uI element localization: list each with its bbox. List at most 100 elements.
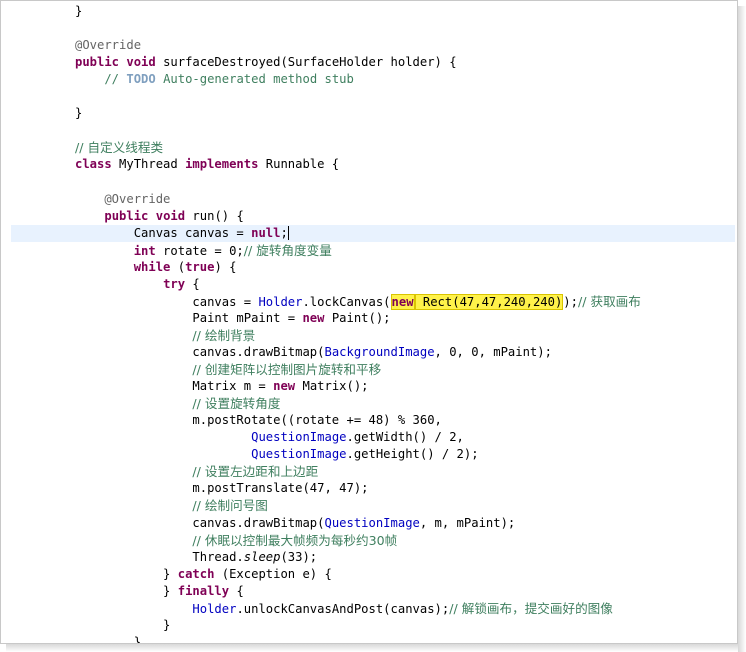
code-line[interactable]: } catch (Exception e) { bbox=[11, 566, 332, 583]
code-token: ; bbox=[280, 225, 288, 240]
code-token: // 绘制背景 bbox=[192, 327, 256, 343]
code-line[interactable]: try { bbox=[11, 276, 200, 293]
code-line-content: } catch (Exception e) { bbox=[11, 567, 332, 581]
code-line[interactable]: int rotate = 0;// 旋转角度变量 bbox=[11, 242, 332, 259]
code-token: ( bbox=[170, 259, 186, 274]
code-editor[interactable]: } @Override public void surfaceDestroyed(S… bbox=[0, 0, 738, 644]
code-token: } bbox=[75, 106, 83, 121]
code-token: canvas = bbox=[75, 294, 259, 309]
code-token: } bbox=[75, 634, 142, 644]
code-line[interactable]: } bbox=[11, 3, 82, 20]
code-line[interactable]: Canvas canvas = null; bbox=[11, 224, 735, 242]
code-line[interactable]: QuestionImage.getWidth() / 2, bbox=[11, 429, 464, 446]
code-line[interactable]: canvas.drawBitmap(BackgroundImage, 0, 0,… bbox=[11, 344, 552, 361]
code-line-content: while (true) { bbox=[11, 259, 237, 274]
code-line-content: QuestionImage.getWidth() / 2, bbox=[11, 430, 464, 444]
code-token: void bbox=[155, 208, 186, 223]
code-token: class bbox=[75, 157, 112, 172]
code-line[interactable]: } bbox=[11, 617, 170, 634]
code-line[interactable]: Thread.sleep(33); bbox=[11, 549, 317, 566]
code-line[interactable]: } bbox=[11, 105, 82, 122]
code-line[interactable]: // 绘制问号图 bbox=[11, 497, 267, 514]
code-token: m.postRotate((rotate += 48) % 360, bbox=[75, 413, 442, 428]
code-line-content: int rotate = 0;// 旋转角度变量 bbox=[11, 243, 332, 258]
code-line-content bbox=[11, 123, 75, 137]
code-line[interactable] bbox=[11, 20, 75, 37]
code-line-content: Matrix m = new Matrix(); bbox=[11, 379, 368, 394]
code-line[interactable]: } bbox=[11, 634, 142, 644]
code-line[interactable] bbox=[11, 122, 75, 139]
code-token: canvas.drawBitmap( bbox=[75, 345, 325, 359]
code-line[interactable]: // TODO Auto-generated method stub bbox=[11, 71, 354, 88]
code-token: public bbox=[104, 208, 149, 223]
code-token: Paint mPaint = bbox=[75, 310, 303, 325]
code-token: // bbox=[75, 72, 127, 87]
code-token: implements bbox=[185, 157, 259, 172]
code-token: { bbox=[229, 583, 244, 598]
code-line-content: } bbox=[11, 618, 170, 632]
code-line[interactable]: Paint mPaint = new Paint(); bbox=[11, 310, 391, 327]
code-token: QuestionImage bbox=[251, 430, 347, 445]
code-line-content: try { bbox=[11, 277, 200, 291]
code-token: try bbox=[163, 276, 186, 291]
code-token: } bbox=[75, 4, 83, 18]
code-line[interactable]: @Override bbox=[11, 37, 141, 54]
code-line[interactable]: // 设置左边距和上边距 bbox=[11, 463, 318, 480]
code-token: Canvas canvas = bbox=[75, 225, 252, 240]
code-line-content: class MyThread implements Runnable { bbox=[11, 157, 339, 171]
code-line[interactable]: // 自定义线程类 bbox=[11, 139, 163, 156]
code-line[interactable]: class MyThread implements Runnable { bbox=[11, 156, 339, 173]
code-line[interactable]: } finally { bbox=[11, 583, 244, 600]
code-line[interactable]: Matrix m = new Matrix(); bbox=[11, 378, 368, 395]
code-token: } bbox=[75, 566, 178, 581]
code-token: // 自定义线程类 bbox=[75, 140, 164, 156]
code-line[interactable] bbox=[11, 174, 75, 191]
code-token: BackgroundImage bbox=[324, 345, 435, 359]
code-token: // 设置左边距和上边距 bbox=[192, 464, 319, 480]
code-token: Holder bbox=[192, 601, 237, 616]
code-line[interactable]: // 设置旋转角度 bbox=[11, 395, 280, 412]
code-token: true bbox=[185, 259, 215, 274]
code-line[interactable]: // 绘制背景 bbox=[11, 327, 255, 344]
code-token: public bbox=[75, 55, 120, 70]
code-line[interactable]: canvas.drawBitmap(QuestionImage, m, mPai… bbox=[11, 515, 515, 532]
code-line-content: // 绘制背景 bbox=[11, 327, 256, 343]
code-token: } bbox=[75, 583, 178, 598]
code-token: (Exception e) { bbox=[214, 566, 332, 581]
code-token: , 0, 0, mPaint); bbox=[434, 345, 552, 359]
code-token: Thread. bbox=[75, 549, 244, 564]
code-line-content: // 设置左边距和上边距 bbox=[11, 464, 319, 480]
code-line[interactable]: // 创建矩阵以控制图片旋转和平移 bbox=[11, 361, 381, 378]
code-line[interactable]: public void surfaceDestroyed(SurfaceHold… bbox=[11, 54, 457, 71]
code-token: .getWidth() / 2, bbox=[346, 430, 464, 445]
code-line[interactable]: canvas = Holder.lockCanvas(new Rect(47,4… bbox=[11, 293, 641, 310]
code-line[interactable]: QuestionImage.getHeight() / 2); bbox=[11, 446, 478, 463]
code-token: (33); bbox=[280, 549, 318, 564]
code-line[interactable]: m.postRotate((rotate += 48) % 360, bbox=[11, 412, 442, 429]
code-token: m.postTranslate(47, 47); bbox=[75, 481, 369, 496]
code-line[interactable]: // 休眠以控制最大帧频为每秒约30帧 bbox=[11, 532, 397, 549]
code-line[interactable]: while (true) { bbox=[11, 259, 237, 276]
code-line-content: } bbox=[11, 634, 142, 644]
code-line[interactable]: m.postTranslate(47, 47); bbox=[11, 480, 369, 497]
code-token: // 休眠以控制最大帧频为每秒约30帧 bbox=[192, 532, 398, 548]
code-line[interactable]: public void run() { bbox=[11, 208, 243, 225]
code-line-content: QuestionImage.getHeight() / 2); bbox=[11, 447, 478, 461]
code-line[interactable]: @Override bbox=[11, 191, 170, 208]
code-token: Paint(); bbox=[324, 310, 391, 325]
code-token: // 获取画布 bbox=[577, 293, 641, 309]
code-line-content: // 休眠以控制最大帧频为每秒约30帧 bbox=[11, 532, 398, 548]
code-token: } bbox=[75, 617, 171, 632]
code-token: .lockCanvas( bbox=[302, 294, 391, 309]
code-token: Matrix m = bbox=[75, 379, 274, 394]
code-line[interactable]: Holder.unlockCanvasAndPost(canvas);// 解锁… bbox=[11, 600, 612, 617]
code-line[interactable] bbox=[11, 88, 75, 105]
